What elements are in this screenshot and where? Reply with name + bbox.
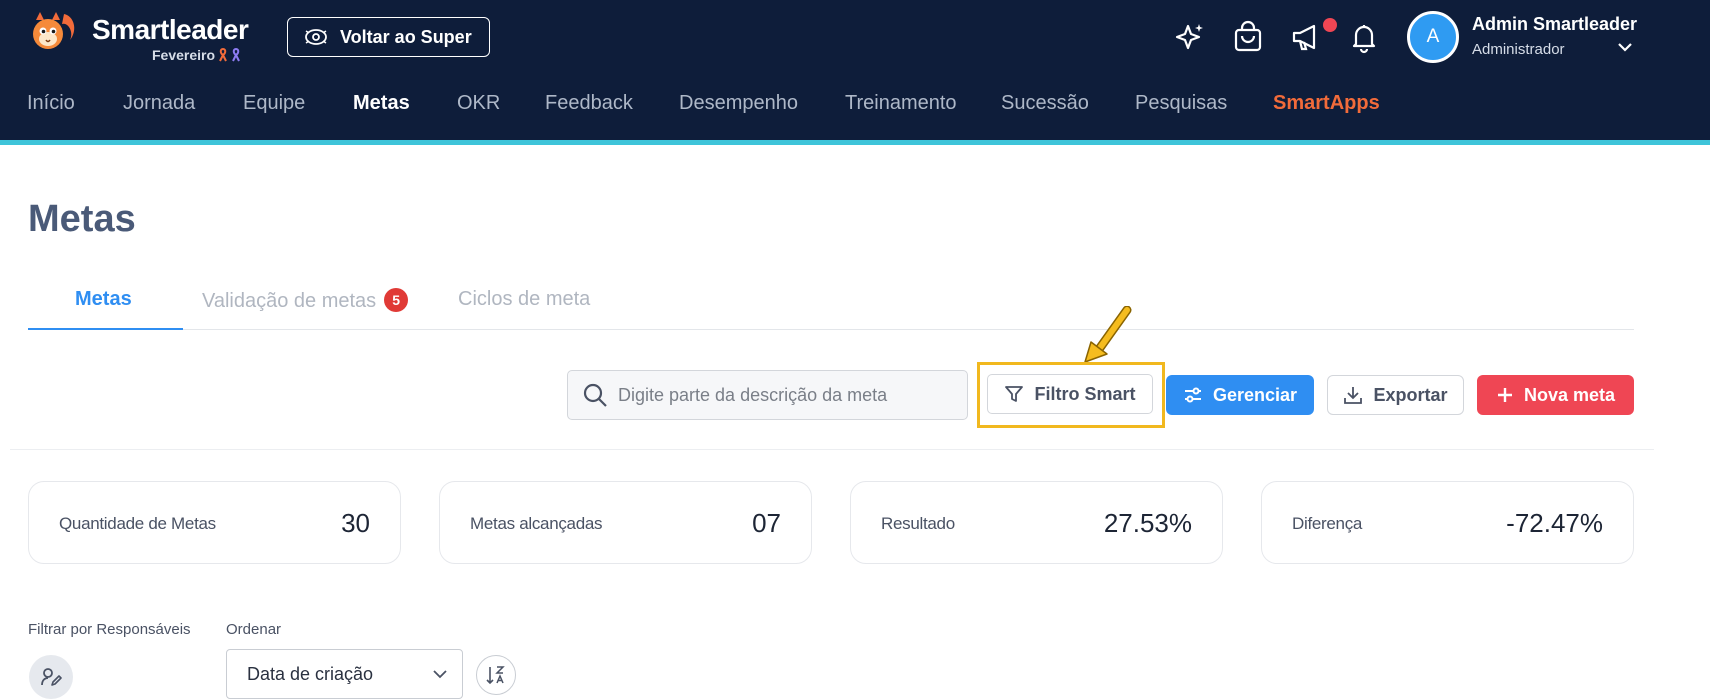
- filter-icon: [1005, 386, 1024, 402]
- page-title: Metas: [28, 198, 136, 240]
- download-icon: [1344, 387, 1363, 404]
- nova-meta-label: Nova meta: [1523, 384, 1616, 405]
- sliders-icon: [1184, 387, 1201, 403]
- voltar-ao-super-button[interactable]: Voltar ao Super: [287, 17, 490, 57]
- orange-ribbon-icon: [219, 48, 227, 62]
- user-role: Administrador: [1472, 41, 1565, 58]
- search-icon: [583, 383, 607, 407]
- gerenciar-label: Gerenciar: [1212, 384, 1298, 405]
- stat-label: Diferença: [1292, 514, 1363, 533]
- tab-validacao-de-metas[interactable]: Validação de metas 5: [202, 288, 409, 313]
- voltar-label: Voltar ao Super: [340, 26, 472, 47]
- nav-desempenho[interactable]: Desempenho: [679, 92, 798, 115]
- tab-metas[interactable]: Metas: [75, 288, 132, 311]
- brand-month: Fevereiro: [152, 47, 241, 63]
- nav-jornada[interactable]: Jornada: [123, 92, 195, 115]
- active-tab-indicator: [28, 328, 183, 330]
- top-header: Smartleader Fevereiro Voltar ao Super A …: [0, 0, 1710, 140]
- annotation-arrow: [1084, 306, 1132, 363]
- responsaveis-filter-button[interactable]: [29, 655, 73, 699]
- divider: [10, 449, 1654, 450]
- stat-value: -72.47%: [1506, 508, 1603, 538]
- nova-meta-button[interactable]: Nova meta: [1477, 375, 1634, 415]
- nav-pesquisas[interactable]: Pesquisas: [1135, 92, 1227, 115]
- avatar[interactable]: A: [1407, 11, 1459, 63]
- exportar-label: Exportar: [1373, 384, 1448, 405]
- sparkle-icon[interactable]: [1172, 20, 1206, 54]
- filtrar-responsaveis-label: Filtrar por Responsáveis: [28, 621, 191, 638]
- user-name[interactable]: Admin Smartleader: [1472, 14, 1637, 35]
- purple-ribbon-icon: [232, 48, 240, 62]
- plus-icon: [1497, 388, 1512, 402]
- stat-label: Resultado: [881, 514, 955, 533]
- nav-feedback[interactable]: Feedback: [545, 92, 633, 115]
- nav-smartapps[interactable]: SmartApps: [1273, 92, 1380, 115]
- megaphone-icon[interactable]: [1290, 20, 1324, 54]
- nav-equipe[interactable]: Equipe: [243, 92, 305, 115]
- tab-validacao-label: Validação de metas: [202, 290, 377, 312]
- gerenciar-button[interactable]: Gerenciar: [1166, 375, 1314, 415]
- ordenar-value: Data de criação: [247, 663, 374, 684]
- tabs: Metas Validação de metas 5 Ciclos de meta: [28, 280, 1634, 330]
- sort-z-a-icon: [486, 666, 505, 685]
- brand-name[interactable]: Smartleader: [92, 14, 249, 46]
- stat-value: 30: [341, 508, 370, 538]
- bell-icon[interactable]: [1347, 20, 1381, 54]
- count-badge: 5: [384, 288, 409, 312]
- stat-value: 27.53%: [1103, 508, 1192, 538]
- filtro-smart-label: Filtro Smart: [1034, 383, 1136, 404]
- tab-ciclos-de-meta[interactable]: Ciclos de meta: [458, 288, 590, 311]
- header-accent-line: [0, 140, 1710, 145]
- ordenar-label: Ordenar: [226, 621, 282, 638]
- brand-month-label: Fevereiro: [152, 47, 216, 63]
- stat-card-diferenca: Diferença -72.47%: [1261, 481, 1634, 564]
- filtro-smart-button[interactable]: Filtro Smart: [987, 374, 1153, 414]
- nav-sucessao[interactable]: Sucessão: [1001, 92, 1089, 115]
- chevron-down-icon: [433, 670, 447, 679]
- chevron-down-icon[interactable]: [1617, 40, 1633, 54]
- user-edit-icon: [41, 668, 62, 686]
- sort-direction-button[interactable]: [476, 655, 516, 695]
- nav-okr[interactable]: OKR: [457, 92, 500, 115]
- stat-card-resultado: Resultado 27.53%: [850, 481, 1223, 564]
- exportar-button[interactable]: Exportar: [1327, 375, 1464, 415]
- search-input[interactable]: [618, 384, 938, 406]
- nav-inicio[interactable]: Início: [27, 92, 75, 115]
- ordenar-select[interactable]: Data de criação: [226, 649, 463, 699]
- nav-metas[interactable]: Metas: [353, 92, 410, 115]
- stat-card-alcancadas: Metas alcançadas 07: [439, 481, 812, 564]
- stat-card-quantidade: Quantidade de Metas 30: [28, 481, 401, 564]
- nav-treinamento[interactable]: Treinamento: [845, 92, 957, 115]
- eye-badge-icon: [305, 29, 327, 45]
- notification-dot: [1323, 18, 1337, 32]
- squirrel-logo-icon[interactable]: [28, 10, 78, 56]
- search-field[interactable]: [567, 370, 968, 420]
- stat-value: 07: [752, 508, 781, 538]
- stat-label: Quantidade de Metas: [59, 514, 216, 533]
- stat-label: Metas alcançadas: [470, 514, 603, 533]
- shopping-bag-icon[interactable]: [1231, 20, 1265, 54]
